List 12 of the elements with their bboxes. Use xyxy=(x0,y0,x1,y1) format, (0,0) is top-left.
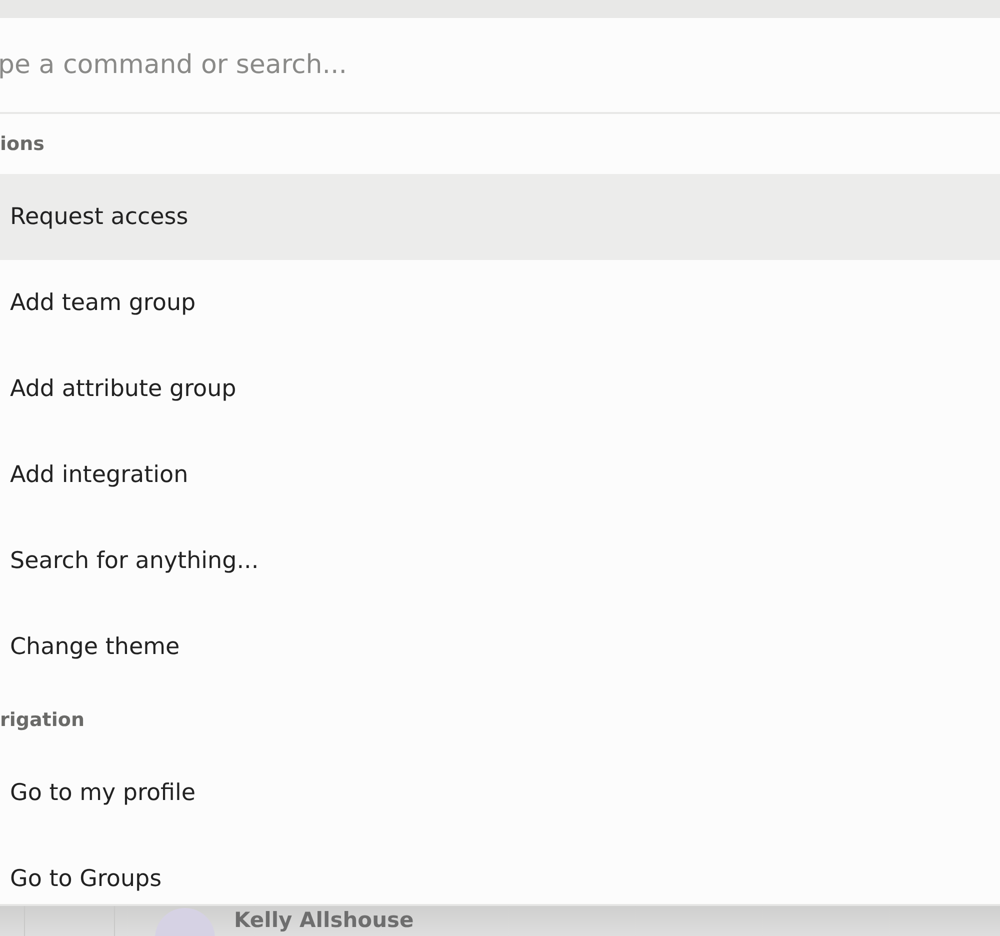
section-heading: rigation xyxy=(0,708,84,733)
command-input[interactable]: pe a command or search... xyxy=(0,50,998,80)
command-item[interactable]: Go to Groups xyxy=(0,836,1000,904)
section-heading: ions xyxy=(0,132,44,157)
user-name: Kelly Allshouse xyxy=(234,907,414,933)
command-item[interactable]: Add team group xyxy=(0,260,1000,346)
command-item[interactable]: Search for anything... xyxy=(0,518,1000,604)
command-item[interactable]: Request access xyxy=(0,174,1000,260)
command-item[interactable]: Add attribute group xyxy=(0,346,1000,432)
command-item[interactable]: Go to my profile xyxy=(0,750,1000,836)
command-item[interactable]: Add integration xyxy=(0,432,1000,518)
command-item[interactable]: Change theme xyxy=(0,604,1000,690)
